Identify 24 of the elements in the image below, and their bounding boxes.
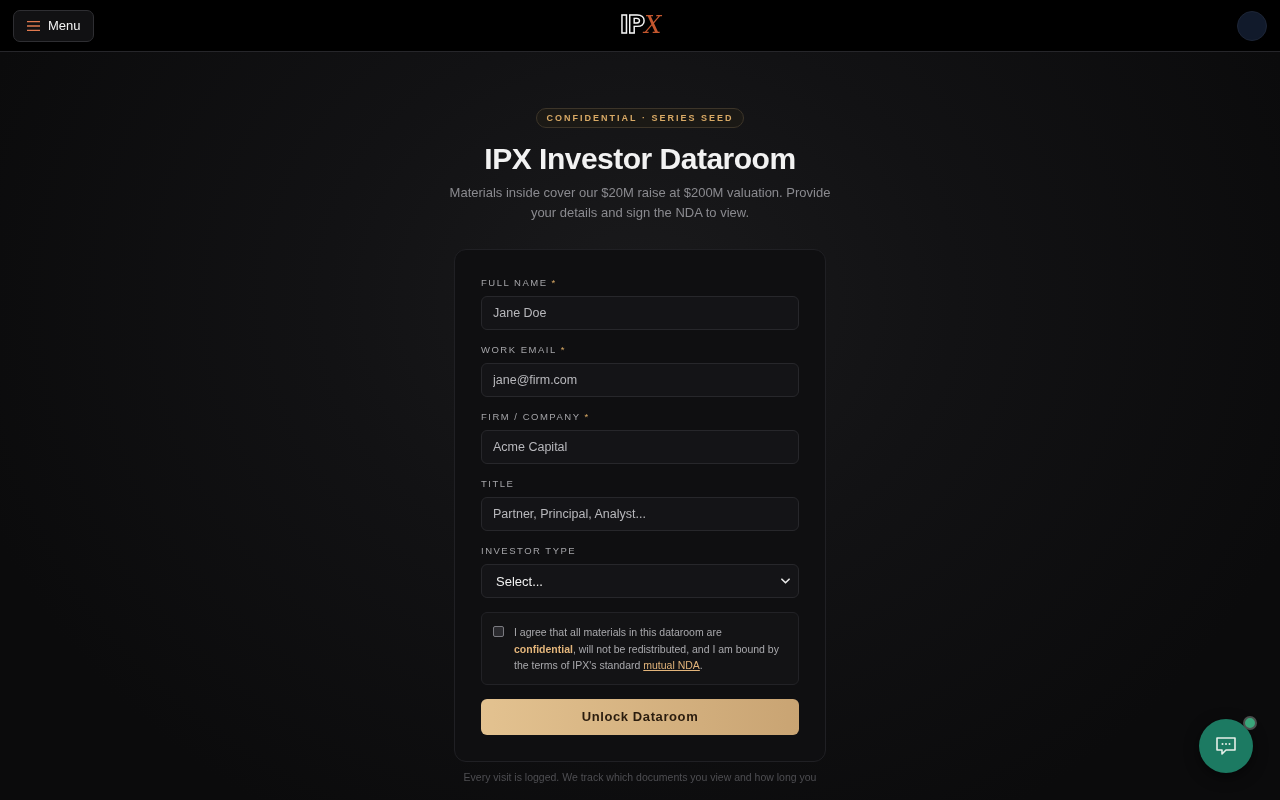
unlock-dataroom-button[interactable]: Unlock Dataroom <box>481 698 799 735</box>
consent-checkbox[interactable] <box>493 626 504 637</box>
text-input-field[interactable]: Jane Doe <box>481 296 799 330</box>
field-label: TITLE <box>481 478 515 490</box>
page-title: IPX Investor Dataroom <box>484 141 796 177</box>
field-label: FIRM / COMPANY * <box>481 411 590 423</box>
field-label: WORK EMAIL * <box>481 344 567 356</box>
footer-note: Every visit is logged. We track which documents you view and how long you <box>463 770 817 784</box>
field-label: INVESTOR TYPE <box>481 545 577 557</box>
chat-bubble-icon <box>1215 736 1237 756</box>
logo[interactable]: IPX <box>619 11 661 39</box>
text-input-field[interactable]: Acme Capital <box>481 430 799 464</box>
field-label: FULL NAME * <box>481 277 557 289</box>
confidential-badge: CONFIDENTIAL · SERIES SEED <box>535 108 745 128</box>
menu-button[interactable]: Menu <box>13 9 94 42</box>
consent-text: I agree that all materials in this dataroom are confidential, will not be redistributed, and I am bound by the terms of IPX's standard mutual NDA. <box>514 625 780 673</box>
text-input-field[interactable]: jane@firm.com <box>481 363 799 397</box>
chat-button[interactable] <box>1199 719 1253 773</box>
chevron-down-icon <box>781 578 790 584</box>
text-input-field[interactable]: Partner, Principal, Analyst... <box>481 497 799 531</box>
menu-icon <box>27 20 40 31</box>
page-subtitle: Materials inside cover our $20M raise at $200M valuation. Provide your details and sign the NDA to view. <box>448 184 832 222</box>
mutual-nda-link[interactable]: mutual NDA <box>643 659 700 671</box>
investor-type-dropdown[interactable]: Select... <box>481 564 799 598</box>
